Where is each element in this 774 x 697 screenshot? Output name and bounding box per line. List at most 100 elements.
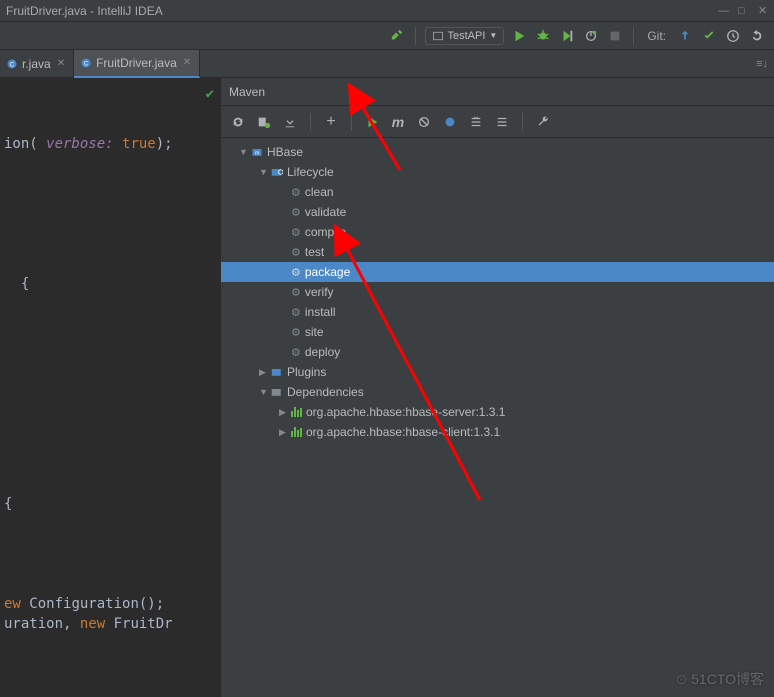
tree-dependencies[interactable]: Dependencies <box>221 382 774 402</box>
gear-icon: ⚙ <box>291 286 301 299</box>
coverage-button[interactable] <box>558 27 576 45</box>
code-line: ion( verbose: true); <box>0 134 220 154</box>
tree-label: verify <box>305 285 334 299</box>
tree-plugins[interactable]: Plugins <box>221 362 774 382</box>
window-controls: — □ ✕ <box>718 6 768 16</box>
tree-label: Dependencies <box>287 385 364 399</box>
tree-label: deploy <box>305 345 340 359</box>
show-list-icon[interactable]: ≡↓ <box>756 58 768 70</box>
vcs-update-icon[interactable] <box>676 27 694 45</box>
expand-arrow-icon[interactable] <box>279 427 287 438</box>
gear-icon: ⚙ <box>291 346 301 359</box>
tab-fruitdriver-java[interactable]: C FruitDriver.java ✕ <box>74 50 200 78</box>
maven-header: Maven <box>221 78 774 106</box>
tree-label: clean <box>305 185 334 199</box>
tree-goal-validate[interactable]: ⚙ validate <box>221 202 774 222</box>
tree-dep-hbase-server[interactable]: org.apache.hbase:hbase-server:1.3.1 <box>221 402 774 422</box>
reimport-icon[interactable] <box>229 113 247 131</box>
collapse-all-icon[interactable] <box>467 113 485 131</box>
code-line: { <box>0 274 220 294</box>
separator <box>351 113 352 131</box>
watermark: ⊙ 51CTO博客 <box>676 669 765 689</box>
tree-goal-site[interactable]: ⚙ site <box>221 322 774 342</box>
close-button[interactable]: ✕ <box>758 6 768 16</box>
expand-arrow-icon[interactable] <box>259 367 267 378</box>
run-configuration-dropdown[interactable]: TestAPI ▼ <box>425 27 505 45</box>
tree-label: org.apache.hbase:hbase-client:1.3.1 <box>306 425 500 439</box>
vcs-commit-icon[interactable] <box>700 27 718 45</box>
maven-panel: Maven + m m HBase <box>220 78 774 697</box>
tree-label: package <box>305 265 350 279</box>
close-icon[interactable]: ✕ <box>57 58 65 69</box>
git-label: Git: <box>647 29 666 43</box>
generate-sources-icon[interactable] <box>255 113 273 131</box>
tab-label: FruitDriver.java <box>96 56 177 70</box>
tree-goal-clean[interactable]: ⚙ clean <box>221 182 774 202</box>
maven-tree[interactable]: m HBase Lifecycle ⚙ clean ⚙ validate ⚙ c… <box>221 138 774 697</box>
svg-text:C: C <box>84 61 89 67</box>
svg-text:C: C <box>10 62 15 68</box>
expand-all-icon[interactable] <box>493 113 511 131</box>
tree-label: site <box>305 325 324 339</box>
maximize-button[interactable]: □ <box>738 6 748 16</box>
tree-root-hbase[interactable]: m HBase <box>221 142 774 162</box>
run-maven-icon[interactable] <box>363 113 381 131</box>
debug-button[interactable] <box>534 27 552 45</box>
tree-dep-hbase-client[interactable]: org.apache.hbase:hbase-client:1.3.1 <box>221 422 774 442</box>
tree-label: compile <box>305 225 346 239</box>
expand-arrow-icon[interactable] <box>259 167 267 177</box>
add-icon[interactable]: + <box>322 113 340 131</box>
tree-lifecycle[interactable]: Lifecycle <box>221 162 774 182</box>
m-icon[interactable]: m <box>389 113 407 131</box>
profiler-button[interactable] <box>582 27 600 45</box>
vcs-revert-icon[interactable] <box>748 27 766 45</box>
separator <box>310 113 311 131</box>
tree-goal-install[interactable]: ⚙ install <box>221 302 774 322</box>
main-area: ✔ ion( verbose: true); { { ew Configurat… <box>0 78 774 697</box>
toggle-skip-tests-icon[interactable] <box>415 113 433 131</box>
gear-icon: ⚙ <box>291 226 301 239</box>
window-title: FruitDriver.java - IntelliJ IDEA <box>6 4 163 18</box>
tree-label: install <box>305 305 336 319</box>
tree-goal-deploy[interactable]: ⚙ deploy <box>221 342 774 362</box>
minimize-button[interactable]: — <box>718 6 728 16</box>
tree-label: HBase <box>267 145 303 159</box>
tree-label: Plugins <box>287 365 326 379</box>
maven-toolbar: + m <box>221 106 774 138</box>
code-line: uration, new FruitDr <box>0 614 220 634</box>
tab-r-java[interactable]: C r.java ✕ <box>0 50 74 78</box>
chevron-down-icon: ▼ <box>489 31 497 40</box>
maven-title: Maven <box>229 85 265 99</box>
editor-tabs: C r.java ✕ C FruitDriver.java ✕ ≡↓ <box>0 50 774 78</box>
settings-wrench-icon[interactable] <box>534 113 552 131</box>
tree-goal-verify[interactable]: ⚙ verify <box>221 282 774 302</box>
library-icon <box>291 407 302 417</box>
separator <box>415 27 416 45</box>
tree-label: Lifecycle <box>287 165 334 179</box>
separator <box>633 27 634 45</box>
code-line: { <box>0 494 220 514</box>
gear-icon: ⚙ <box>291 266 301 279</box>
expand-arrow-icon[interactable] <box>239 147 247 157</box>
separator <box>522 113 523 131</box>
tree-goal-package[interactable]: ⚙ package <box>221 262 774 282</box>
expand-arrow-icon[interactable] <box>279 407 287 418</box>
vcs-history-icon[interactable] <box>724 27 742 45</box>
show-dependencies-icon[interactable] <box>441 113 459 131</box>
gear-icon: ⚙ <box>291 246 301 259</box>
expand-arrow-icon[interactable] <box>259 387 267 397</box>
close-icon[interactable]: ✕ <box>183 57 191 68</box>
svg-text:m: m <box>255 150 260 156</box>
library-icon <box>291 427 302 437</box>
tree-goal-test[interactable]: ⚙ test <box>221 242 774 262</box>
build-hammer-icon[interactable] <box>388 27 406 45</box>
run-button[interactable] <box>510 27 528 45</box>
gear-icon: ⚙ <box>291 326 301 339</box>
tree-goal-compile[interactable]: ⚙ compile <box>221 222 774 242</box>
stop-button[interactable] <box>606 27 624 45</box>
tree-label: org.apache.hbase:hbase-server:1.3.1 <box>306 405 505 419</box>
download-sources-icon[interactable] <box>281 113 299 131</box>
run-config-label: TestAPI <box>448 30 486 42</box>
editor-panel[interactable]: ✔ ion( verbose: true); { { ew Configurat… <box>0 78 220 697</box>
gear-icon: ⚙ <box>291 186 301 199</box>
